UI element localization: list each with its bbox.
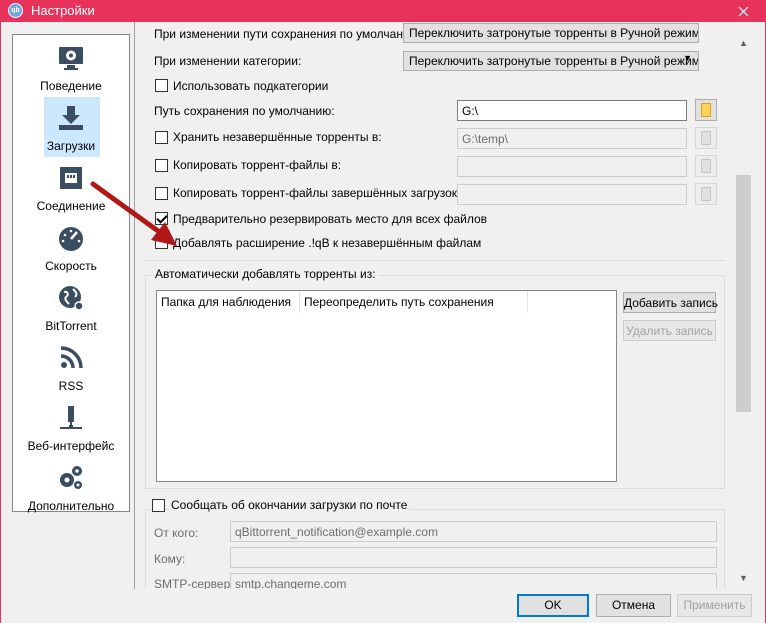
email-from-label: От кого:: [154, 526, 199, 540]
sidebar-item-label: RSS: [58, 379, 84, 393]
window-border-left: [0, 22, 1, 623]
window-title: Настройки: [31, 3, 95, 18]
scrollbar-thumb[interactable]: [736, 175, 751, 412]
default-save-path-input[interactable]: G:\: [457, 100, 687, 121]
globe-icon: [59, 286, 84, 311]
apply-button[interactable]: Применить: [677, 594, 752, 617]
folder-icon: [701, 103, 711, 117]
sidebar-item-rss[interactable]: RSS: [14, 339, 128, 399]
downloads-settings-pane: При изменении пути сохранения по умолчан…: [134, 22, 734, 589]
email-to-input[interactable]: [230, 547, 717, 568]
default-save-path-label: Путь сохранения по умолчанию:: [154, 104, 335, 118]
gears-icon: [60, 466, 82, 489]
sidebar-item-bittorrent[interactable]: BitTorrent: [14, 279, 128, 339]
sidebar-item-web-ui[interactable]: Веб-интерфейс: [14, 399, 128, 459]
qbittorrent-app-icon: qb: [8, 3, 23, 18]
cancel-button[interactable]: Отмена: [596, 594, 671, 617]
download-icon: [59, 106, 83, 130]
settings-sidebar: Поведение Загрузки Соединение Скорость B…: [12, 34, 130, 513]
append-extension-label: Добавлять расширение .!qB к незавершённы…: [173, 236, 482, 250]
watched-folders-group-label: Автоматически добавлять торренты из:: [153, 267, 378, 281]
title-bar: qb Настройки: [0, 0, 766, 22]
watched-folders-table[interactable]: Папка для наблюдения Переопределить путь…: [156, 290, 617, 482]
sidebar-item-label: Поведение: [40, 79, 102, 93]
annotation-arrow-icon: [90, 181, 177, 246]
chevron-down-icon: ▼: [683, 53, 692, 63]
scroll-up-icon[interactable]: ▲: [735, 34, 752, 51]
email-from-input[interactable]: qBittorrent_notification@example.com: [230, 521, 717, 542]
vertical-scrollbar[interactable]: ▲ ▼: [735, 34, 752, 589]
sidebar-item-label: Веб-интерфейс: [27, 439, 115, 453]
close-icon: [738, 6, 748, 16]
use-subcategories-checkbox[interactable]: [155, 79, 168, 92]
keep-incomplete-label: Хранить незавершённые торренты в:: [173, 130, 382, 144]
copy-torrents-checkbox[interactable]: [155, 159, 168, 172]
sidebar-item-downloads[interactable]: Загрузки: [14, 97, 128, 159]
add-watch-folder-button[interactable]: Добавить запись: [623, 292, 718, 313]
smtp-server-input[interactable]: smtp.changeme.com: [230, 573, 717, 589]
sidebar-item-label: Дополнительно: [27, 499, 115, 513]
copy-torrents-label: Копировать торрент-файлы в:: [173, 158, 342, 172]
browse-copy-finished-button[interactable]: [695, 183, 717, 205]
web-ui-icon: [60, 406, 82, 429]
rss-icon: [60, 346, 83, 369]
copy-torrents-path-input[interactable]: [457, 156, 687, 177]
browse-save-path-button[interactable]: [695, 99, 717, 121]
default-path-change-label: При изменении пути сохранения по умолчан…: [154, 27, 423, 41]
column-header-watch-folder[interactable]: Папка для наблюдения: [157, 291, 300, 313]
network-port-icon: [60, 167, 82, 189]
ok-button[interactable]: OK: [517, 594, 589, 617]
browse-incomplete-path-button[interactable]: [695, 127, 717, 149]
browse-copy-torrents-button[interactable]: [695, 155, 717, 177]
copy-finished-label: Копировать торрент-файлы завершённых заг…: [173, 186, 471, 200]
sidebar-item-label: Загрузки: [46, 139, 96, 153]
folder-icon: [701, 187, 711, 201]
close-button[interactable]: [720, 0, 766, 22]
monitor-gear-icon: [59, 47, 83, 70]
default-path-change-select[interactable]: Переключить затронутые торренты в Ручной…: [403, 23, 699, 43]
select-value: Переключить затронутые торренты в Ручной…: [409, 54, 699, 68]
email-to-label: Кому:: [154, 552, 186, 566]
column-header-override-path[interactable]: Переопределить путь сохранения: [300, 291, 528, 313]
email-notify-label: Сообщать об окончании загрузки по почте: [169, 498, 410, 512]
keep-incomplete-checkbox[interactable]: [155, 131, 168, 144]
email-notify-checkbox[interactable]: [152, 499, 165, 512]
folder-icon: [701, 159, 711, 173]
smtp-server-label: SMTP-сервер:: [154, 577, 234, 589]
remove-watch-folder-button[interactable]: Удалить запись: [623, 320, 716, 341]
select-value: Переключить затронутые торренты в Ручной…: [409, 26, 699, 40]
sidebar-item-advanced[interactable]: Дополнительно: [14, 459, 128, 519]
category-change-select[interactable]: Переключить затронутые торренты в Ручной…: [403, 51, 699, 71]
scroll-down-icon[interactable]: ▼: [735, 569, 752, 586]
copy-finished-path-input[interactable]: [457, 184, 687, 205]
use-subcategories-label: Использовать подкатегории: [173, 79, 329, 93]
speedometer-icon: [59, 227, 83, 251]
category-change-label: При изменении категории:: [154, 54, 302, 68]
sidebar-item-label: BitTorrent: [45, 319, 97, 333]
preallocate-label: Предварительно резервировать место для в…: [173, 212, 488, 226]
folder-icon: [701, 131, 711, 145]
keep-incomplete-path-input[interactable]: G:\temp\: [457, 128, 687, 149]
sidebar-item-behavior[interactable]: Поведение: [14, 39, 128, 99]
sidebar-item-label: Скорость: [45, 259, 97, 273]
section-divider: [145, 260, 725, 261]
